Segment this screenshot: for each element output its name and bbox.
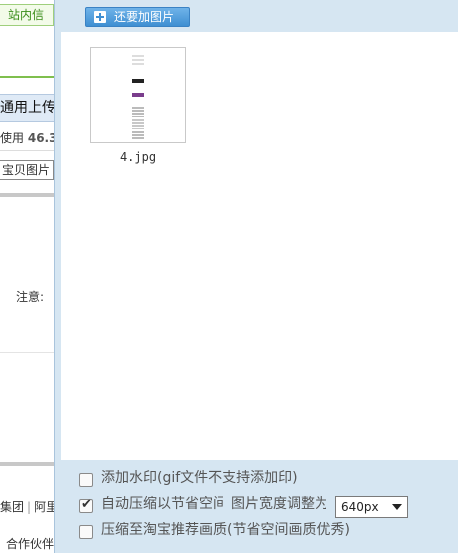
footer-link-alibaba[interactable]: 阿里 [34, 500, 54, 514]
add-more-images-label: 还要加图片 [114, 10, 175, 24]
section-divider [0, 462, 54, 466]
note-label: 注意: [16, 290, 45, 304]
upload-dialog: 还要加图片 4.jpg 添加水印(gif文件不支持添加印) ✔ 自动压缩以节省空… [54, 0, 458, 553]
upload-options: 添加水印(gif文件不支持添加印) 自动压缩以节省空间 图片宽度调整为: 640… [55, 462, 458, 553]
image-filename: 4.jpg [119, 150, 157, 164]
usage-prefix: 使用 [0, 131, 25, 145]
link-separator: | [27, 500, 32, 514]
width-select-value: 640px [341, 500, 379, 514]
image-thumbnail[interactable] [90, 47, 186, 143]
dialog-toolbar: 还要加图片 [55, 0, 458, 32]
usage-value: 46.39 [27, 131, 54, 145]
chevron-down-icon [392, 504, 402, 510]
section-divider [0, 193, 54, 197]
auto-compress-checkbox[interactable] [79, 497, 93, 513]
divider [0, 150, 54, 151]
watermark-checkbox[interactable] [79, 473, 93, 487]
tab-site-messages[interactable]: 站内信 [0, 4, 54, 26]
footer-link-group[interactable]: 集团 [0, 500, 24, 514]
storage-usage: 使用 46.39 [0, 130, 54, 146]
category-select[interactable]: 宝贝图片 [0, 160, 54, 180]
add-image-icon [94, 11, 106, 23]
add-more-images-button[interactable]: 还要加图片 [85, 7, 190, 27]
taobao-quality-label: 压缩至淘宝推荐画质(节省空间画质优秀) [101, 522, 350, 538]
divider [0, 352, 54, 353]
green-divider [0, 76, 54, 78]
screen: 站内信 通用上传 使用 46.39 宝贝图片 注意: 集团|阿里 合作伙伴 还要… [0, 0, 458, 553]
width-select[interactable]: 640px [335, 496, 408, 518]
partner-link[interactable]: 合作伙伴 [6, 536, 54, 552]
footer-links: 集团 | 阿里 [0, 499, 54, 515]
thumbnail-preview [132, 53, 144, 139]
taobao-quality-checkbox[interactable] [79, 525, 93, 539]
image-list-area: 4.jpg [61, 32, 458, 460]
background-page: 站内信 通用上传 使用 46.39 宝贝图片 注意: 集团|阿里 合作伙伴 [0, 0, 54, 553]
tab-general-upload[interactable]: 通用上传 [0, 94, 54, 122]
